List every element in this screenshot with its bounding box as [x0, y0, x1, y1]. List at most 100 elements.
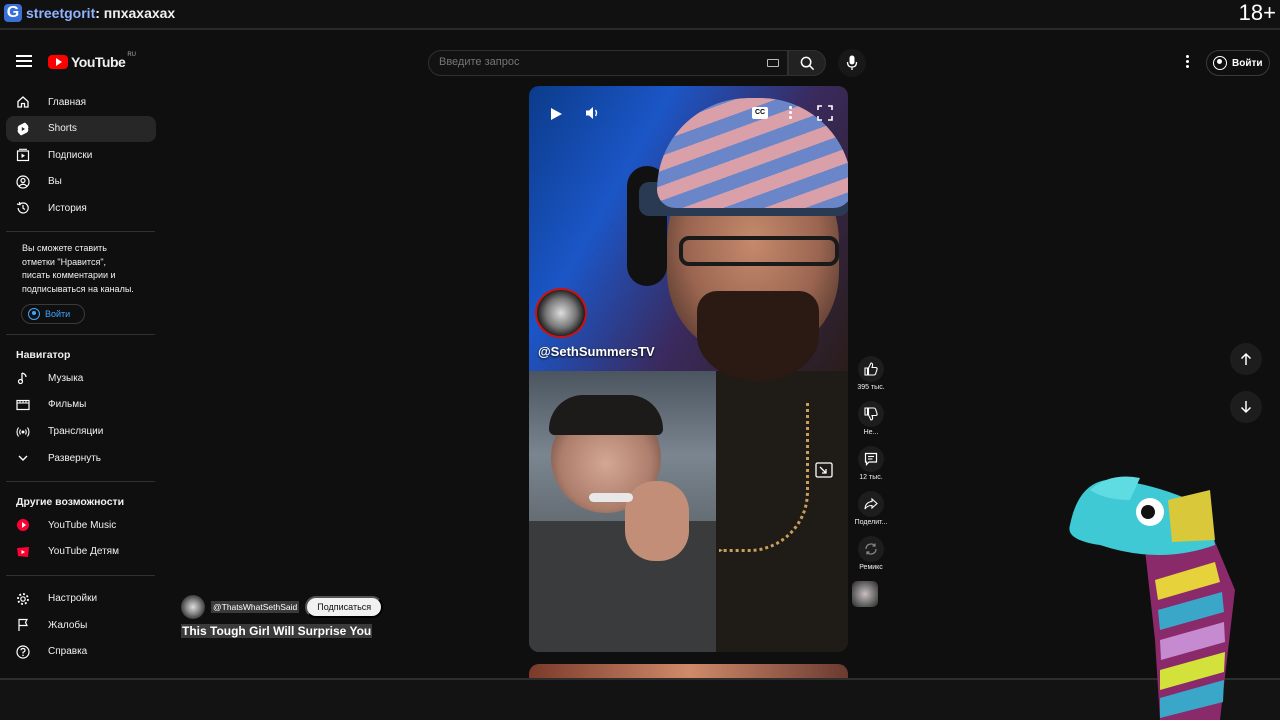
- sidebar-item-movies[interactable]: Фильмы: [6, 392, 156, 418]
- chain-necklace-graphic: [719, 402, 809, 552]
- sidebar-item-label: Вы: [48, 176, 62, 188]
- like-count: 395 тыс.: [857, 384, 885, 391]
- inset-hair-graphic: [549, 395, 663, 435]
- sidebar-signin-label: Войти: [45, 309, 71, 320]
- like-button[interactable]: [858, 356, 884, 382]
- sidebar-item-label: YouTube Music: [48, 519, 117, 531]
- account-icon: [1213, 56, 1227, 70]
- sidebar-signin-button[interactable]: Войти: [21, 304, 85, 325]
- dislike-button[interactable]: [858, 401, 884, 427]
- signin-button[interactable]: Войти: [1206, 50, 1270, 76]
- like-action[interactable]: 395 тыс.: [852, 356, 890, 391]
- stream-title-bar: G streetgorit: ппхахахах 18+: [0, 0, 1280, 30]
- volume-icon[interactable]: [585, 106, 601, 125]
- comments-button[interactable]: [858, 446, 884, 472]
- inset-spoon-graphic: [589, 493, 633, 502]
- share-button[interactable]: [858, 491, 884, 517]
- share-label: Поделит...: [854, 519, 888, 526]
- player-more-icon[interactable]: [789, 106, 793, 120]
- search-button[interactable]: [788, 50, 826, 76]
- author-row: @ThatsWhatSethSaid Подписаться: [181, 595, 384, 619]
- search-input[interactable]: [439, 56, 739, 68]
- picture-in-picture-icon[interactable]: [815, 462, 833, 483]
- short-title[interactable]: This Tough Girl Will Surprise You: [181, 624, 373, 638]
- inset-hand-graphic: [625, 481, 689, 561]
- more-options-icon[interactable]: [1184, 54, 1190, 70]
- more-from-youtube-heading: Другие возможности: [16, 496, 125, 509]
- sidebar-item-live[interactable]: Трансляции: [6, 419, 156, 445]
- thumbs-up-icon: [864, 362, 878, 376]
- shorts-action-rail: 395 тыс. Не... 12 тыс. Поделит... Ремикс: [852, 356, 890, 607]
- shorts-icon: [16, 122, 30, 136]
- shorts-video-player[interactable]: @SethSummersTV CC: [529, 86, 848, 652]
- youtube-logo[interactable]: YouTube RU: [48, 52, 136, 70]
- comment-icon: [864, 452, 878, 466]
- youtube-kids-icon: [16, 545, 30, 559]
- sidebar-item-label: Развернуть: [48, 452, 102, 464]
- play-icon[interactable]: [549, 106, 563, 122]
- sidebar-item-label: Подписки: [48, 149, 93, 161]
- channel-badge-logo: [535, 288, 587, 338]
- sound-thumbnail[interactable]: [852, 581, 878, 607]
- video-channel-overlay: @SethSummersTV: [538, 344, 655, 359]
- flag-icon: [16, 618, 30, 632]
- sidebar-item-expand[interactable]: Развернуть: [6, 445, 156, 471]
- stream-title-text: ппхахахах: [103, 5, 176, 21]
- sock-body-stripes: [1145, 530, 1235, 720]
- sidebar-item-you[interactable]: Вы: [6, 169, 156, 195]
- short-metadata: @ThatsWhatSethSaid Подписаться This Toug…: [181, 595, 384, 640]
- thumbs-down-icon: [864, 407, 878, 421]
- stream-title: streetgorit: ппхахахах: [26, 5, 175, 21]
- sidebar-item-subscriptions[interactable]: Подписки: [6, 142, 156, 168]
- arrow-down-icon: [1240, 401, 1252, 414]
- menu-icon[interactable]: [14, 52, 34, 72]
- movies-icon: [16, 398, 30, 412]
- remix-label: Ремикс: [859, 564, 883, 571]
- author-handle[interactable]: @ThatsWhatSethSaid: [211, 601, 300, 613]
- sidebar-divider: [6, 231, 155, 233]
- signin-prompt-text: Вы сможете ставить отметки "Нравится", п…: [22, 243, 134, 294]
- remix-button[interactable]: [858, 536, 884, 562]
- sidebar-item-youtube-kids[interactable]: YouTube Детям: [6, 539, 156, 565]
- sidebar-item-shorts[interactable]: Shorts: [6, 115, 156, 142]
- sidebar: Главная Shorts Подписки Вы История Вы см…: [6, 89, 156, 666]
- microphone-icon: [846, 55, 858, 70]
- dislike-action[interactable]: Не...: [852, 401, 890, 436]
- search-box: [428, 50, 788, 76]
- sidebar-divider: [6, 334, 155, 336]
- share-icon: [864, 497, 878, 510]
- arrow-up-icon: [1240, 352, 1252, 365]
- sidebar-item-history[interactable]: История: [6, 195, 156, 221]
- captions-button[interactable]: CC: [752, 107, 768, 119]
- remix-action[interactable]: Ремикс: [852, 536, 890, 571]
- author-avatar[interactable]: [181, 595, 205, 619]
- beard-graphic: [697, 291, 819, 381]
- comments-action[interactable]: 12 тыс.: [852, 446, 890, 481]
- stream-channel-name: streetgorit: [26, 5, 96, 21]
- sidebar-item-help[interactable]: Справка: [6, 639, 156, 665]
- signin-button-label: Войти: [1232, 57, 1263, 69]
- next-short-button[interactable]: [1230, 391, 1262, 423]
- sidebar-item-label: Музыка: [48, 372, 84, 384]
- previous-short-button[interactable]: [1230, 343, 1262, 375]
- subscribe-button[interactable]: Подписаться: [305, 596, 384, 618]
- next-short-preview[interactable]: [529, 664, 848, 678]
- sidebar-item-settings[interactable]: Настройки: [6, 586, 156, 612]
- account-icon: [28, 308, 40, 321]
- home-icon: [16, 95, 30, 109]
- sidebar-item-youtube-music[interactable]: YouTube Music: [6, 512, 156, 538]
- sidebar-item-music[interactable]: Музыка: [6, 365, 156, 391]
- age-rating-badge: 18+: [1238, 0, 1276, 25]
- navigator-heading: Навигатор: [16, 349, 71, 362]
- sock-puppet-overlay-image: [1069, 476, 1235, 720]
- subscriptions-icon: [16, 148, 30, 162]
- sidebar-item-label: Настройки: [48, 593, 98, 605]
- streamer-logo-icon: G: [4, 4, 22, 22]
- voice-search-button[interactable]: [838, 49, 866, 77]
- region-code: RU: [127, 52, 136, 58]
- sidebar-item-home[interactable]: Главная: [6, 89, 156, 115]
- sidebar-item-report[interactable]: Жалобы: [6, 612, 156, 638]
- keyboard-icon[interactable]: [767, 59, 779, 67]
- share-action[interactable]: Поделит...: [852, 491, 890, 526]
- fullscreen-icon[interactable]: [817, 105, 833, 126]
